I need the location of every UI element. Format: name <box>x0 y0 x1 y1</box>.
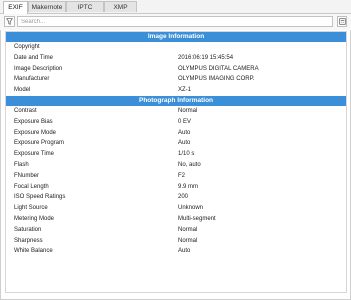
row-key: Copyright <box>14 44 40 50</box>
table-row: Saturation Normal <box>6 225 346 236</box>
filter-button[interactable] <box>4 16 15 27</box>
row-key: Light Source <box>14 205 48 212</box>
row-value: No, auto <box>178 161 201 168</box>
row-value: Normal <box>178 107 198 114</box>
row-key: Flash <box>14 161 29 168</box>
table-row: Exposure Program Auto <box>6 138 346 149</box>
metadata-table: Image Information Copyright Date and Tim… <box>5 31 347 293</box>
row-value: Auto <box>178 140 191 147</box>
toolbar <box>0 14 351 30</box>
tab-xmp[interactable]: XMP <box>104 1 137 12</box>
row-key: Manufacturer <box>14 76 50 83</box>
row-value: Normal <box>178 226 198 233</box>
search-input[interactable] <box>17 16 333 27</box>
table-row: FNumber F2 <box>6 171 346 182</box>
row-key: Exposure Program <box>14 140 65 147</box>
row-key: FNumber <box>14 172 40 179</box>
section-header-photograph-information: Photograph Information <box>6 95 346 106</box>
tab-exif[interactable]: EXIF <box>3 1 28 14</box>
section-header-image-information: Image Information <box>6 32 346 42</box>
table-row: White Balance Auto <box>6 246 346 257</box>
row-value: OLYMPUS IMAGING CORP. <box>178 76 255 83</box>
table-row: Sharpness Normal <box>6 236 346 247</box>
table-row: Focal Length 9.9 mm <box>6 182 346 193</box>
tab-bar: EXIF Makernote IPTC XMP <box>0 0 351 14</box>
row-value: Normal <box>178 237 198 244</box>
row-key: White Balance <box>14 248 53 255</box>
row-value: Unknown <box>178 205 204 212</box>
row-value: XZ-1 <box>178 87 192 94</box>
table-row: Copyright <box>6 42 346 53</box>
row-value: 0 EV <box>178 118 192 125</box>
row-value: OLYMPUS DIGITAL CAMERA <box>178 65 259 72</box>
row-key: Exposure Mode <box>14 129 57 136</box>
row-value: 1/10 s <box>178 151 195 158</box>
row-key: Image Description <box>14 65 63 72</box>
table-row: Date and Time 2016:06:19 15:45:54 <box>6 53 346 64</box>
row-key: Focal Length <box>14 183 49 190</box>
table-row: Metering Mode Multi-segment <box>6 214 346 225</box>
table-row: Model XZ-1 <box>6 85 346 96</box>
row-key: Contrast <box>14 107 37 114</box>
row-value: 200 <box>178 194 189 201</box>
row-value: F2 <box>178 172 186 179</box>
calculator-icon <box>338 18 346 25</box>
row-key: Metering Mode <box>14 215 55 222</box>
row-key: ISO Speed Ratings <box>14 194 66 201</box>
table-row: Light Source Unknown <box>6 203 346 214</box>
table-row: Exposure Bias 0 EV <box>6 117 346 128</box>
row-key: Exposure Time <box>14 151 55 158</box>
row-key: Saturation <box>14 226 42 233</box>
table-row: Image Description OLYMPUS DIGITAL CAMERA <box>6 64 346 75</box>
row-value: Auto <box>178 248 191 255</box>
tab-makernote[interactable]: Makernote <box>28 1 66 12</box>
table-row: Contrast Normal <box>6 106 346 117</box>
row-value: 9.9 mm <box>178 183 199 190</box>
row-key: Model <box>14 87 31 94</box>
row-value: 2016:06:19 15:45:54 <box>178 54 234 61</box>
table-row: Exposure Time 1/10 s <box>6 149 346 160</box>
table-row: Flash No, auto <box>6 160 346 171</box>
tab-iptc[interactable]: IPTC <box>66 1 104 12</box>
row-value: Auto <box>178 129 191 136</box>
row-key: Date and Time <box>14 54 54 61</box>
table-row: Manufacturer OLYMPUS IMAGING CORP. <box>6 74 346 85</box>
calculator-button[interactable] <box>337 16 347 27</box>
table-row: ISO Speed Ratings 200 <box>6 192 346 203</box>
filter-icon <box>6 18 13 25</box>
table-row: Exposure Mode Auto <box>6 128 346 139</box>
row-value: Multi-segment <box>178 215 216 222</box>
row-key: Exposure Bias <box>14 118 53 125</box>
row-key: Sharpness <box>14 237 43 244</box>
